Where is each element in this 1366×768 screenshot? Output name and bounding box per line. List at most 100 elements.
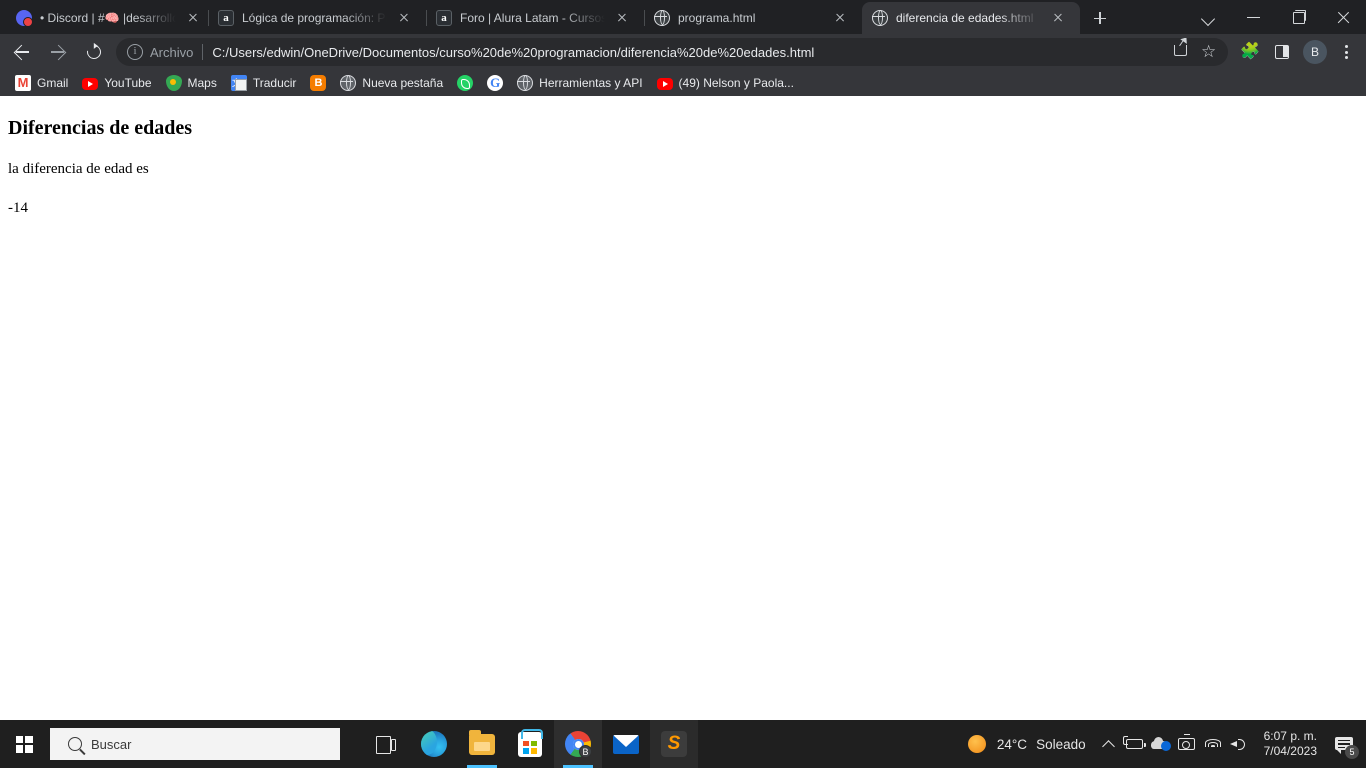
search-input[interactable]: Buscar — [50, 728, 340, 760]
volume-button[interactable] — [1226, 720, 1252, 768]
bookmark-label: Maps — [187, 76, 217, 90]
bookmark-maps[interactable]: Maps — [159, 72, 224, 94]
puzzle-glyph: 🧩 — [1240, 43, 1260, 60]
tab-title: Lógica de programación: Prin — [242, 11, 387, 25]
clock-time: 6:07 p. m. — [1263, 729, 1317, 743]
start-button[interactable] — [0, 720, 48, 768]
bookmark-nelson-y-paola[interactable]: (49) Nelson y Paola... — [650, 72, 801, 94]
browser-tab-diferencia-de-edades[interactable]: diferencia de edades.html — [862, 2, 1080, 34]
gmail-icon: M — [15, 75, 31, 91]
blogger-icon: B — [310, 75, 327, 91]
search-icon — [68, 737, 82, 751]
tab-close-icon[interactable] — [395, 9, 413, 27]
taskbar-app-edge[interactable] — [410, 720, 458, 768]
reload-icon[interactable] — [78, 36, 110, 68]
extensions-icon[interactable]: 🧩 — [1234, 36, 1266, 68]
network-button[interactable] — [1200, 720, 1226, 768]
browser-tab-foro[interactable]: a Foro | Alura Latam - Cursos o — [426, 2, 644, 34]
camera-button[interactable] — [1174, 720, 1200, 768]
profile-badge: B — [579, 745, 592, 758]
bookmark-star-icon[interactable]: ☆ — [1196, 38, 1224, 66]
task-view-button[interactable] — [362, 720, 410, 768]
onedrive-button[interactable] — [1148, 720, 1174, 768]
weather-widget[interactable]: 24°C Soleado — [954, 720, 1096, 768]
star-glyph: ☆ — [1201, 42, 1217, 61]
whatsapp-icon — [457, 75, 474, 91]
taskbar-app-chrome[interactable]: B — [554, 720, 602, 768]
battery-button[interactable] — [1122, 720, 1148, 768]
notification-center-button[interactable]: 5 — [1326, 720, 1362, 768]
mail-icon — [613, 734, 639, 754]
bookmark-label: Gmail — [37, 76, 69, 90]
system-tray: 24°C Soleado 6:07 p. m. 7/04/2023 5 — [954, 720, 1366, 768]
tab-close-icon[interactable] — [1049, 9, 1067, 27]
windows-logo-icon — [15, 735, 33, 753]
browser-tab-programa[interactable]: programa.html — [644, 2, 862, 34]
google-icon: G — [487, 75, 504, 91]
avatar[interactable]: B — [1303, 40, 1327, 64]
show-hidden-icons-button[interactable] — [1096, 720, 1122, 768]
page-title: Diferencias de edades — [8, 117, 193, 139]
taskbar-app-sublime-text[interactable]: S — [650, 720, 698, 768]
onedrive-sync-icon — [1151, 737, 1172, 751]
bookmark-traducir[interactable]: 文 Traducir — [224, 72, 304, 94]
edge-icon — [421, 731, 447, 757]
sun-icon — [967, 735, 986, 753]
url-text[interactable]: C:/Users/edwin/OneDrive/Documentos/curso… — [212, 45, 1168, 60]
bookmark-nueva-pestana[interactable]: Nueva pestaña — [333, 72, 450, 94]
scheme-label: Archivo — [150, 44, 194, 60]
tab-strip: • Discord | #🧠 |desarrollo-p a Lógica de… — [0, 0, 1366, 34]
taskbar-app-mail[interactable] — [602, 720, 650, 768]
notification-count-badge: 5 — [1345, 745, 1359, 759]
bookmark-label: Nueva pestaña — [362, 76, 444, 90]
side-panel-icon[interactable] — [1266, 36, 1298, 68]
youtube-icon — [82, 78, 99, 90]
address-bar[interactable]: Archivo C:/Users/edwin/OneDrive/Document… — [116, 38, 1228, 66]
bookmarks-bar: M Gmail YouTube Maps 文 Traducir B Nueva … — [0, 70, 1366, 96]
taskbar: Buscar B S 24°C Soleado 6:07 p. m. 7/04/… — [0, 720, 1366, 768]
browser-toolbar: Archivo C:/Users/edwin/OneDrive/Document… — [0, 34, 1366, 70]
maps-icon — [165, 75, 182, 91]
taskbar-app-file-explorer[interactable] — [458, 720, 506, 768]
camera-icon — [1178, 734, 1196, 750]
minimize-icon[interactable] — [1231, 1, 1276, 33]
clock[interactable]: 6:07 p. m. 7/04/2023 — [1252, 720, 1326, 768]
three-dot-menu-icon[interactable] — [1332, 36, 1360, 68]
forward-arrow-icon[interactable] — [42, 36, 74, 68]
alura-icon: a — [436, 10, 452, 26]
clock-date: 7/04/2023 — [1263, 744, 1317, 758]
weather-condition: Soleado — [1036, 736, 1086, 752]
bookmark-youtube[interactable]: YouTube — [75, 72, 158, 94]
browser-tab-logica[interactable]: a Lógica de programación: Prin — [208, 2, 426, 34]
tab-close-icon[interactable] — [184, 9, 202, 27]
maximize-icon[interactable] — [1276, 1, 1321, 33]
tab-title: programa.html — [678, 11, 756, 25]
chrome-icon: B — [565, 731, 592, 758]
battery-charging-icon — [1123, 736, 1146, 749]
bookmark-gmail[interactable]: M Gmail — [8, 72, 75, 94]
bookmark-blogger[interactable]: B — [303, 72, 333, 94]
info-circle-icon[interactable] — [127, 43, 143, 60]
back-arrow-icon[interactable] — [6, 36, 38, 68]
task-view-icon — [376, 736, 396, 754]
bookmark-herramientas-y-api[interactable]: Herramientas y API — [510, 72, 649, 94]
tab-close-icon[interactable] — [831, 9, 849, 27]
bookmark-label: Traducir — [252, 76, 297, 90]
chevron-down-icon[interactable] — [1186, 1, 1231, 33]
browser-window: • Discord | #🧠 |desarrollo-p a Lógica de… — [0, 0, 1366, 720]
taskbar-app-microsoft-store[interactable] — [506, 720, 554, 768]
microsoft-store-icon — [518, 728, 543, 757]
bookmark-whatsapp[interactable] — [450, 72, 480, 94]
wifi-icon — [1204, 738, 1221, 751]
globe-icon — [653, 9, 670, 26]
close-icon[interactable] — [1321, 1, 1366, 33]
globe-icon — [339, 74, 357, 91]
bookmark-google[interactable]: G — [480, 72, 510, 94]
bookmark-label: (49) Nelson y Paola... — [678, 76, 794, 90]
tab-close-icon[interactable] — [613, 9, 631, 27]
share-icon[interactable] — [1168, 38, 1196, 66]
globe-icon — [871, 9, 888, 26]
file-explorer-icon — [469, 729, 495, 755]
browser-tab-discord[interactable]: • Discord | #🧠 |desarrollo-p — [6, 2, 208, 34]
new-tab-button[interactable] — [1086, 4, 1114, 32]
